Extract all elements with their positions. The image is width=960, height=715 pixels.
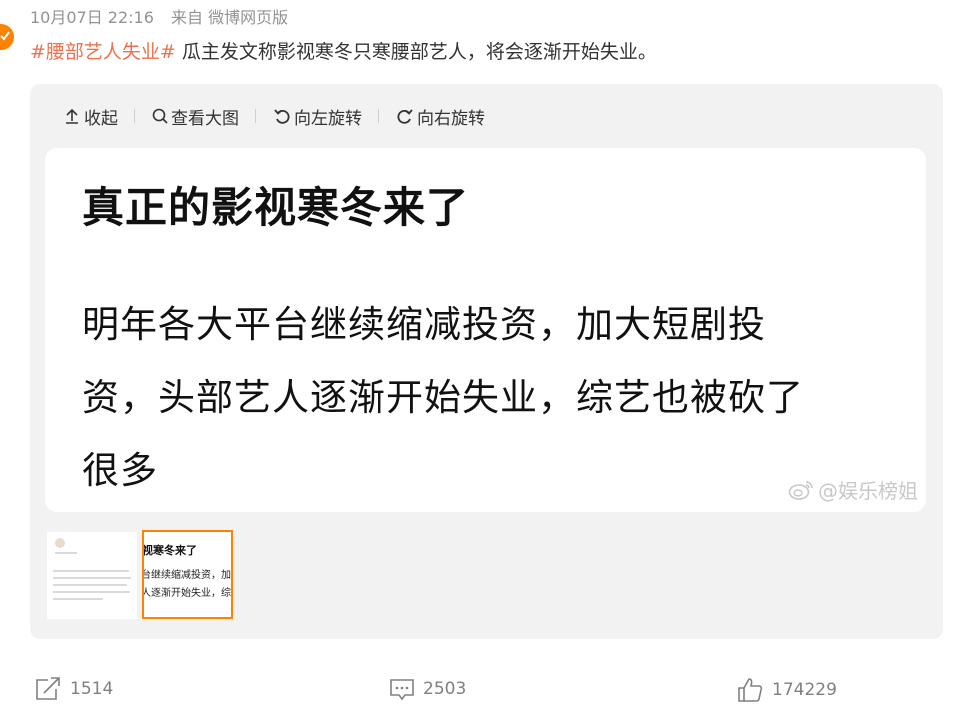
verified-badge: [0, 22, 16, 52]
thumbnail-title: 视寒冬来了: [142, 544, 197, 557]
rotate-left-label: 向左旋转: [294, 108, 362, 129]
toolbar-divider: [378, 109, 379, 123]
image-line: 很多: [82, 449, 158, 492]
rotate-right-button[interactable]: 向右旋转: [395, 104, 485, 129]
post-body: 瓜主发文称影视寒冬只寒腰部艺人，将会逐渐开始失业。: [175, 41, 657, 63]
thumbnail-line: [53, 591, 130, 593]
thumbnail-avatar: [55, 538, 65, 548]
like-icon: [738, 678, 763, 702]
image-line: 明年各大平台继续缩减投资，加大短剧投: [82, 303, 766, 346]
rotate-right-label: 向右旋转: [417, 108, 485, 129]
image-thumbnail[interactable]: [47, 532, 137, 619]
comment-button[interactable]: 2503: [389, 676, 466, 702]
image-thumbnail-selected[interactable]: 视寒冬来了 台继续缩减投资，加 人逐渐开始失业，综: [142, 530, 233, 619]
media-card: 收起 查看大图 向左旋转 向右旋转 真正的影视寒冬来了 明年各大平台继续缩减投资…: [30, 84, 943, 639]
post-meta: 10月07日 22:16 来自 微博网页版: [30, 7, 300, 29]
watermark-text: @娱乐榜姐: [818, 479, 918, 503]
like-button[interactable]: 174229: [736, 676, 837, 704]
thumbnail-line: [53, 584, 127, 586]
image-line: 资，头部艺人逐渐开始失业，综艺也被砍了: [82, 376, 804, 419]
image-watermark: @娱乐榜姐: [788, 475, 918, 504]
comment-count: 2503: [423, 679, 467, 699]
post-image[interactable]: 真正的影视寒冬来了 明年各大平台继续缩减投资，加大短剧投 资，头部艺人逐渐开始失…: [45, 148, 926, 512]
search-icon: [152, 108, 168, 124]
thumbnail-text: 人逐渐开始失业，综: [142, 588, 231, 599]
repost-button[interactable]: 1514: [34, 676, 113, 702]
repost-icon: [36, 677, 60, 700]
rotate-left-button[interactable]: 向左旋转: [272, 104, 362, 129]
post-text: #腰部艺人失业# 瓜主发文称影视寒冬只寒腰部艺人，将会逐渐开始失业。: [30, 38, 657, 66]
thumbnail-line: [53, 570, 129, 572]
repost-count: 1514: [70, 679, 114, 699]
hashtag-link[interactable]: #腰部艺人失业#: [30, 41, 176, 63]
rotate-right-icon: [397, 109, 413, 124]
view-large-button[interactable]: 查看大图: [151, 104, 239, 129]
toolbar-divider: [134, 109, 135, 123]
comment-icon: [390, 679, 414, 701]
post-time[interactable]: 10月07日 22:16: [30, 8, 154, 27]
collapse-up-icon: [66, 108, 78, 124]
thumbnail-text: 台继续缩减投资，加: [142, 570, 231, 581]
collapse-label: 收起: [84, 108, 118, 129]
like-count: 174229: [772, 680, 837, 700]
weibo-logo-icon: [788, 480, 813, 500]
image-body: 明年各大平台继续缩减投资，加大短剧投 资，头部艺人逐渐开始失业，综艺也被砍了 很…: [82, 288, 902, 507]
image-toolbar: 收起 查看大图 向左旋转 向右旋转: [62, 104, 485, 129]
toolbar-divider: [255, 109, 256, 123]
thumbnail-line: [55, 552, 77, 554]
thumbnail-line: [53, 577, 131, 579]
thumbnail-line: [53, 598, 103, 600]
rotate-left-icon: [274, 109, 290, 124]
verified-check-icon: [0, 31, 10, 41]
action-bar: 1514 2503 174229: [0, 676, 960, 706]
collapse-button[interactable]: 收起: [62, 104, 118, 129]
post-source: 来自 微博网页版: [171, 8, 289, 27]
image-title: 真正的影视寒冬来了: [82, 183, 470, 232]
view-large-label: 查看大图: [171, 108, 239, 129]
